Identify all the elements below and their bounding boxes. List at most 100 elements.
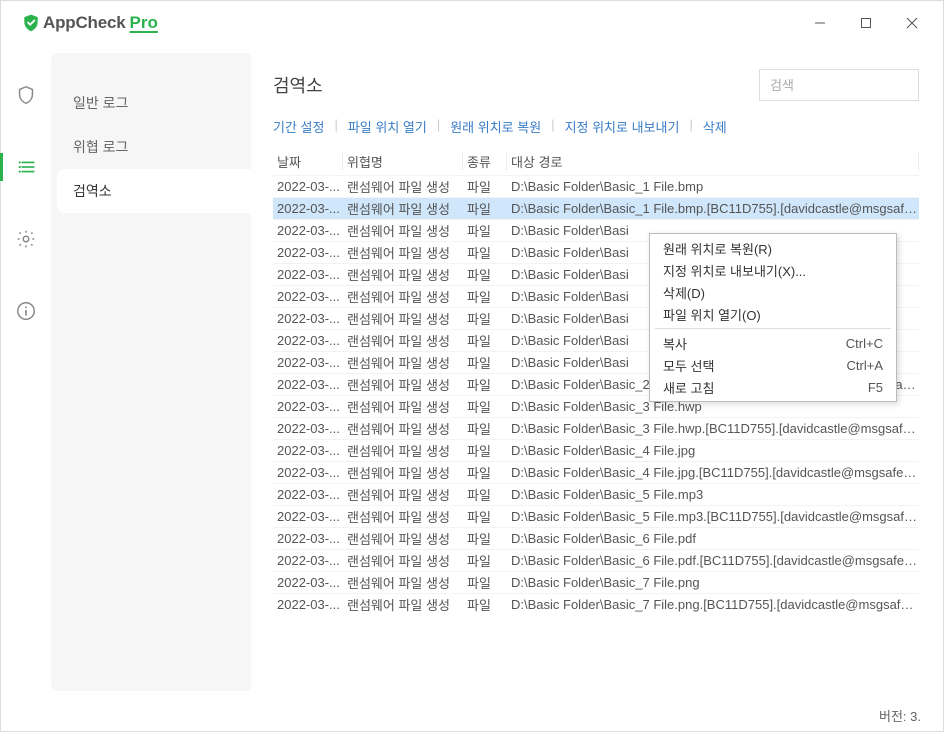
table-row[interactable]: 2022-03-...랜섬웨어 파일 생성파일D:\Basic Folder\B… [273, 549, 919, 571]
cell-type: 파일 [463, 177, 507, 196]
cell-path: D:\Basic Folder\Basic_7 File.png [507, 575, 919, 590]
context-menu: 원래 위치로 복원(R) 지정 위치로 내보내기(X)... 삭제(D) 파일 위치 … [649, 233, 897, 402]
cell-threat: 랜섬웨어 파일 생성 [343, 595, 463, 614]
context-menu-label: 지정 위치로 내보내기(X)... [663, 261, 883, 280]
cell-threat: 랜섬웨어 파일 생성 [343, 507, 463, 526]
action-2[interactable]: 원래 위치로 복원 [450, 117, 541, 136]
minimize-button[interactable] [797, 7, 843, 39]
cell-threat: 랜섬웨어 파일 생성 [343, 243, 463, 262]
quarantine-table: 날짜 위협명 종류 대상 경로 2022-03-...랜섬웨어 파일 생성파일D… [273, 146, 919, 691]
col-date[interactable]: 날짜 [273, 152, 343, 171]
cell-type: 파일 [463, 397, 507, 416]
table-row[interactable]: 2022-03-...랜섬웨어 파일 생성파일D:\Basic Folder\B… [273, 197, 919, 219]
cell-type: 파일 [463, 595, 507, 614]
cell-type: 파일 [463, 485, 507, 504]
rail-protection[interactable] [1, 81, 51, 109]
cell-path: D:\Basic Folder\Basic_5 File.mp3 [507, 487, 919, 502]
cell-type: 파일 [463, 463, 507, 482]
cell-threat: 랜섬웨어 파일 생성 [343, 265, 463, 284]
cell-date: 2022-03-... [273, 289, 343, 304]
cell-threat: 랜섬웨어 파일 생성 [343, 529, 463, 548]
action-1[interactable]: 파일 위치 열기 [348, 117, 427, 136]
table-row[interactable]: 2022-03-...랜섬웨어 파일 생성파일D:\Basic Folder\B… [273, 505, 919, 527]
action-4[interactable]: 삭제 [703, 117, 727, 136]
cell-path: D:\Basic Folder\Basic_4 File.jpg.[BC11D7… [507, 465, 919, 480]
table-row[interactable]: 2022-03-...랜섬웨어 파일 생성파일D:\Basic Folder\B… [273, 527, 919, 549]
table-row[interactable]: 2022-03-...랜섬웨어 파일 생성파일D:\Basic Folder\B… [273, 417, 919, 439]
cell-path: D:\Basic Folder\Basic_6 File.pdf.[BC11D7… [507, 553, 919, 568]
cell-path: D:\Basic Folder\Basic_1 File.bmp.[BC11D7… [507, 201, 919, 216]
cell-threat: 랜섬웨어 파일 생성 [343, 221, 463, 240]
cell-path: D:\Basic Folder\Basic_1 File.bmp [507, 179, 919, 194]
cell-threat: 랜섬웨어 파일 생성 [343, 177, 463, 196]
cell-type: 파일 [463, 265, 507, 284]
cell-type: 파일 [463, 199, 507, 218]
cell-path: D:\Basic Folder\Basic_7 File.png.[BC11D7… [507, 597, 919, 612]
action-3[interactable]: 지정 위치로 내보내기 [565, 117, 680, 136]
cell-type: 파일 [463, 419, 507, 438]
sidebar: 일반 로그 위협 로그 검역소 [51, 53, 251, 691]
cell-date: 2022-03-... [273, 531, 343, 546]
search-input[interactable] [759, 69, 919, 101]
sidebar-item-quarantine[interactable]: 검역소 [57, 169, 251, 213]
context-menu-separator [655, 328, 891, 329]
cell-threat: 랜섬웨어 파일 생성 [343, 331, 463, 350]
context-menu-item[interactable]: 삭제(D) [653, 281, 893, 303]
nav-rail [1, 45, 51, 699]
maximize-button[interactable] [843, 7, 889, 39]
cell-type: 파일 [463, 375, 507, 394]
action-0[interactable]: 기간 설정 [273, 117, 324, 136]
close-button[interactable] [889, 7, 935, 39]
context-menu-item[interactable]: 모두 선택Ctrl+A [653, 354, 893, 376]
cell-date: 2022-03-... [273, 487, 343, 502]
context-menu-accel: Ctrl+C [846, 336, 883, 351]
cell-date: 2022-03-... [273, 377, 343, 392]
cell-date: 2022-03-... [273, 421, 343, 436]
table-header: 날짜 위협명 종류 대상 경로 [273, 147, 919, 175]
rail-logs[interactable] [0, 153, 50, 181]
col-path[interactable]: 대상 경로 [507, 152, 919, 171]
cell-threat: 랜섬웨어 파일 생성 [343, 573, 463, 592]
cell-date: 2022-03-... [273, 509, 343, 524]
table-row[interactable]: 2022-03-...랜섬웨어 파일 생성파일D:\Basic Folder\B… [273, 461, 919, 483]
rail-settings[interactable] [1, 225, 51, 253]
col-type[interactable]: 종류 [463, 152, 507, 171]
context-menu-item[interactable]: 원래 위치로 복원(R) [653, 237, 893, 259]
context-menu-item[interactable]: 새로 고침F5 [653, 376, 893, 398]
cell-type: 파일 [463, 441, 507, 460]
table-row[interactable]: 2022-03-...랜섬웨어 파일 생성파일D:\Basic Folder\B… [273, 593, 919, 615]
table-row[interactable]: 2022-03-...랜섬웨어 파일 생성파일D:\Basic Folder\B… [273, 571, 919, 593]
context-menu-label: 삭제(D) [663, 283, 883, 302]
shield-check-icon [21, 13, 41, 33]
cell-threat: 랜섬웨어 파일 생성 [343, 199, 463, 218]
context-menu-label: 파일 위치 열기(O) [663, 305, 883, 324]
rail-about[interactable] [1, 297, 51, 325]
cell-path: D:\Basic Folder\Basic_6 File.pdf [507, 531, 919, 546]
app-pro-badge: Pro [129, 13, 157, 33]
context-menu-item[interactable]: 지정 위치로 내보내기(X)... [653, 259, 893, 281]
footer: 버전: 3. [1, 699, 943, 731]
context-menu-item[interactable]: 파일 위치 열기(O) [653, 303, 893, 325]
cell-threat: 랜섬웨어 파일 생성 [343, 353, 463, 372]
cell-date: 2022-03-... [273, 223, 343, 238]
cell-threat: 랜섬웨어 파일 생성 [343, 551, 463, 570]
col-threat[interactable]: 위협명 [343, 152, 463, 171]
cell-threat: 랜섬웨어 파일 생성 [343, 375, 463, 394]
cell-type: 파일 [463, 551, 507, 570]
app-name: AppCheck [43, 13, 125, 33]
sidebar-item-threat-log[interactable]: 위협 로그 [51, 125, 251, 169]
cell-threat: 랜섬웨어 파일 생성 [343, 309, 463, 328]
table-row[interactable]: 2022-03-...랜섬웨어 파일 생성파일D:\Basic Folder\B… [273, 439, 919, 461]
cell-date: 2022-03-... [273, 465, 343, 480]
table-row[interactable]: 2022-03-...랜섬웨어 파일 생성파일D:\Basic Folder\B… [273, 483, 919, 505]
context-menu-item[interactable]: 복사Ctrl+C [653, 332, 893, 354]
cell-date: 2022-03-... [273, 245, 343, 260]
context-menu-label: 원래 위치로 복원(R) [663, 239, 883, 258]
cell-type: 파일 [463, 507, 507, 526]
sidebar-item-general-log[interactable]: 일반 로그 [51, 81, 251, 125]
table-row[interactable]: 2022-03-...랜섬웨어 파일 생성파일D:\Basic Folder\B… [273, 175, 919, 197]
cell-date: 2022-03-... [273, 179, 343, 194]
cell-threat: 랜섬웨어 파일 생성 [343, 287, 463, 306]
cell-date: 2022-03-... [273, 333, 343, 348]
cell-date: 2022-03-... [273, 267, 343, 282]
